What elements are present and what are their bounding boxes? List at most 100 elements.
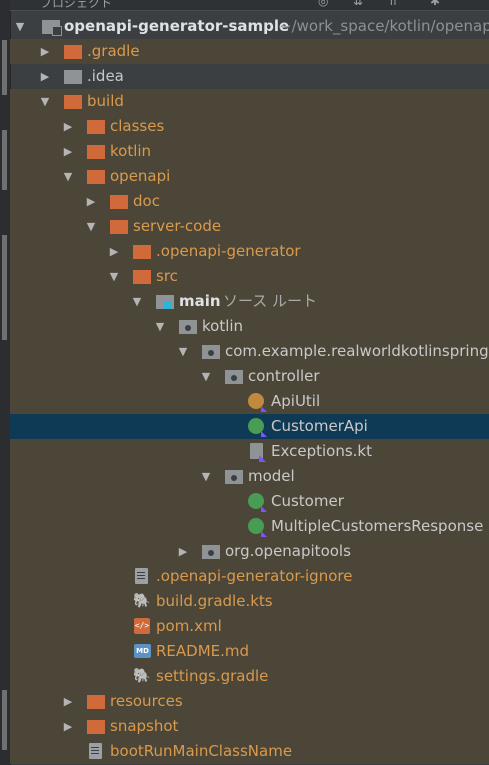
tree-item-label: bootRunMainClassName xyxy=(110,742,293,760)
tree-item-openapi-generator[interactable]: ▶ .openapi-generator xyxy=(10,239,489,264)
chevron-right-icon[interactable]: ▶ xyxy=(61,114,75,139)
tree-item-label: settings.gradle xyxy=(156,667,269,685)
folder-icon xyxy=(64,45,82,59)
tree-item-settings-gradle[interactable]: 🐘 settings.gradle xyxy=(10,664,489,689)
kotlin-class-icon xyxy=(248,493,267,512)
folder-icon xyxy=(87,695,105,709)
tree-item-label: README.md xyxy=(156,642,250,660)
package-icon xyxy=(225,470,243,484)
tree-item-pom-xml[interactable]: </> pom.xml xyxy=(10,614,489,639)
chevron-down-icon[interactable]: ▼ xyxy=(130,289,144,314)
chevron-right-icon[interactable]: ▶ xyxy=(176,539,190,564)
folder-icon xyxy=(87,720,105,734)
tree-item-label: .openapi-generator xyxy=(156,242,301,260)
folder-icon xyxy=(110,195,128,209)
tree-item-kotlin[interactable]: ▶ kotlin xyxy=(10,139,489,164)
tree-item-label: org.openapitools xyxy=(225,542,351,560)
chevron-down-icon[interactable]: ▼ xyxy=(199,464,213,489)
chevron-right-icon[interactable]: ▶ xyxy=(61,714,75,739)
tree-item-idea[interactable]: ▶ .idea xyxy=(10,64,489,89)
folder-icon xyxy=(64,70,82,84)
tree-item-apiutil[interactable]: ApiUtil xyxy=(10,389,489,414)
chevron-down-icon[interactable]: ▼ xyxy=(199,364,213,389)
chevron-down-icon[interactable]: ▼ xyxy=(176,339,190,364)
tree-item-gradle[interactable]: ▶ .gradle xyxy=(10,39,489,64)
chevron-right-icon[interactable]: ▶ xyxy=(84,189,98,214)
tree-item-label: model xyxy=(248,467,295,485)
folder-icon xyxy=(87,120,105,134)
chevron-right-icon[interactable]: ▶ xyxy=(38,64,52,89)
tree-item-bootrunmainclassname[interactable]: bootRunMainClassName xyxy=(10,739,489,764)
chevron-down-icon[interactable]: ▼ xyxy=(84,214,98,239)
tree-item-model[interactable]: ▼ model xyxy=(10,464,489,489)
tree-item-resources[interactable]: ▶ resources xyxy=(10,689,489,714)
tree-item-customer[interactable]: Customer xyxy=(10,489,489,514)
gradle-elephant-icon: 🐘 xyxy=(133,593,151,609)
tree-item-label: .openapi-generator-ignore xyxy=(156,567,353,585)
chevron-right-icon[interactable]: ▶ xyxy=(61,689,75,714)
tree-item-openapi[interactable]: ▼ openapi xyxy=(10,164,489,189)
tree-item-label: build.gradle.kts xyxy=(156,592,273,610)
chevron-right-icon[interactable]: ▶ xyxy=(61,139,75,164)
project-tool-tab[interactable] xyxy=(2,40,7,95)
tree-item-label: controller xyxy=(248,367,320,385)
tree-item-label: com.example.realworldkotlinspringb xyxy=(225,342,489,360)
chevron-down-icon[interactable]: ▼ xyxy=(13,14,27,39)
markdown-file-icon: MD xyxy=(134,644,151,658)
chevron-down-icon[interactable]: ▼ xyxy=(107,264,121,289)
tree-item-org-openapitools[interactable]: ▶ org.openapitools xyxy=(10,539,489,564)
kotlin-object-icon xyxy=(248,393,267,412)
tree-item-package-root[interactable]: ▼ com.example.realworldkotlinspringb xyxy=(10,339,489,364)
module-folder-icon xyxy=(42,20,62,36)
tree-item-doc[interactable]: ▶ doc xyxy=(10,189,489,214)
tree-item-label: MultipleCustomersResponse xyxy=(271,517,484,535)
target-icon[interactable]: ◎ xyxy=(318,0,328,8)
xml-file-icon: </> xyxy=(134,618,150,634)
kotlin-file-icon xyxy=(250,443,266,462)
tree-item-label: .gradle xyxy=(87,42,140,60)
tool-tab[interactable] xyxy=(2,130,7,190)
root-path: ~/work_space/kotlin/openapi xyxy=(279,17,489,35)
tree-item-customerapi[interactable]: CustomerApi xyxy=(10,414,489,439)
tree-item-label: openapi xyxy=(110,167,171,185)
chevron-down-icon[interactable]: ▼ xyxy=(38,89,52,114)
tree-root[interactable]: ▼ openapi-generator-sample ~/work_space/… xyxy=(10,14,489,39)
tree-item-label: .idea xyxy=(87,67,124,85)
tree-item-kotlin-src[interactable]: ▼ kotlin xyxy=(10,314,489,339)
tree-item-build[interactable]: ▼ build xyxy=(10,89,489,114)
tree-item-multiplecustomersresponse[interactable]: MultipleCustomersResponse xyxy=(10,514,489,539)
tree-item-label: Exceptions.kt xyxy=(271,442,372,460)
tree-item-controller[interactable]: ▼ controller xyxy=(10,364,489,389)
tree-item-server-code[interactable]: ▼ server-code xyxy=(10,214,489,239)
tree-item-src[interactable]: ▼ src xyxy=(10,264,489,289)
expand-icon[interactable]: ⇈ xyxy=(388,0,398,8)
folder-icon xyxy=(64,95,82,109)
folder-icon xyxy=(87,170,105,184)
chevron-down-icon[interactable]: ▼ xyxy=(153,314,167,339)
package-icon xyxy=(225,370,243,384)
gear-icon[interactable]: ✱ xyxy=(430,0,440,8)
tree-item-readme[interactable]: MD README.md xyxy=(10,639,489,664)
tree-item-snapshot[interactable]: ▶ snapshot xyxy=(10,714,489,739)
collapse-icon[interactable]: ⇊ xyxy=(353,0,363,8)
chevron-right-icon[interactable]: ▶ xyxy=(38,39,52,64)
tool-tab[interactable] xyxy=(2,235,7,340)
gradle-elephant-icon: 🐘 xyxy=(133,668,151,684)
panel-title: プロジェクト xyxy=(40,0,113,10)
source-root-folder-icon xyxy=(156,295,174,309)
kotlin-class-icon xyxy=(248,518,267,537)
tree-item-label: doc xyxy=(133,192,160,210)
tree-item-classes[interactable]: ▶ classes xyxy=(10,114,489,139)
tree-item-label: classes xyxy=(110,117,165,135)
tree-item-openapi-generator-ignore[interactable]: .openapi-generator-ignore xyxy=(10,564,489,589)
tree-item-label: kotlin xyxy=(110,142,152,160)
tree-item-exceptions[interactable]: Exceptions.kt xyxy=(10,439,489,464)
root-name: openapi-generator-sample xyxy=(64,17,290,35)
tree-item-label: pom.xml xyxy=(156,617,222,635)
project-panel-header: プロジェクト ◎ ⇊ ⇈ ✱ xyxy=(10,0,489,11)
tree-item-main[interactable]: ▼ main ソース ルート xyxy=(10,289,489,314)
chevron-right-icon[interactable]: ▶ xyxy=(107,239,121,264)
tool-tab[interactable] xyxy=(2,690,7,750)
tree-item-build-gradle-kts[interactable]: 🐘 build.gradle.kts xyxy=(10,589,489,614)
chevron-down-icon[interactable]: ▼ xyxy=(61,164,75,189)
